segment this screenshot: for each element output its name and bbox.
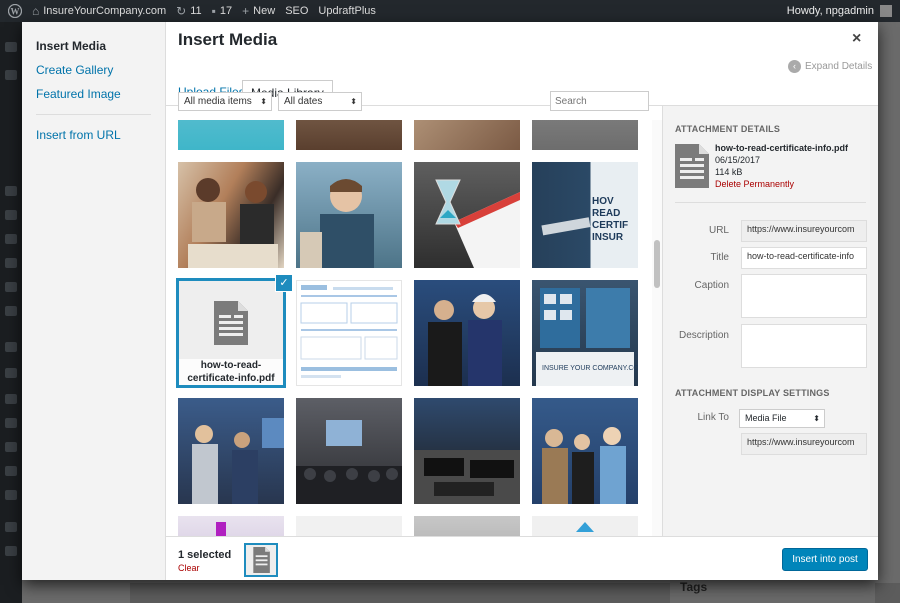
attachment-thumbnail[interactable]: HOV READ CERTIF INSUR [532,162,638,268]
attachment-thumbnail[interactable] [414,162,520,268]
menu-insert-media[interactable]: Insert Media [22,34,165,58]
attachment-size: 114 kB [715,167,743,177]
clear-selection-link[interactable]: Clear [178,563,200,573]
attachment-date: 06/15/2017 [715,155,761,165]
attachment-thumbnail[interactable] [414,516,520,536]
expand-details-link[interactable]: ‹ Expand Details [788,60,872,73]
svg-text:INSUR: INSUR [592,232,624,243]
chevron-left-icon: ‹ [788,60,801,73]
menu-insert-from-url[interactable]: Insert from URL [22,123,165,147]
display-settings-heading: Attachment Display Settings [675,388,830,398]
link-url-field[interactable]: https://www.insureyourcom [741,433,867,455]
attachment-thumbnail[interactable] [296,516,402,536]
insert-into-post-button[interactable]: Insert into post [782,548,868,571]
attachment-thumbnail[interactable] [532,120,638,150]
details-divider [675,202,866,203]
menu-featured-image[interactable]: Featured Image [22,82,165,106]
grid-scrollbar[interactable] [652,120,662,536]
attachment-thumbnail[interactable] [296,280,402,386]
attachment-thumbnail[interactable] [178,516,284,536]
attachment-thumbnail[interactable] [532,516,638,536]
close-icon[interactable]: × [852,30,861,48]
updates-link[interactable]: ↻ 11 [176,4,201,18]
new-content-link[interactable]: + New [242,4,275,18]
attachment-thumbnail[interactable] [296,120,402,150]
attachment-thumbnail[interactable] [178,120,284,150]
menu-create-gallery[interactable]: Create Gallery [22,58,165,82]
link-to-select[interactable]: Media File ⬍ [739,409,825,428]
description-field[interactable] [741,324,867,368]
plus-icon: + [242,4,250,18]
attachment-filename: how-to-read-certificate-info.pdf [179,359,283,385]
description-label: Description [678,330,729,341]
title-label: Title [710,252,729,263]
document-icon [214,301,248,345]
home-icon: ⌂ [32,4,40,18]
avatar [880,5,892,17]
refresh-icon: ↻ [176,4,187,18]
attachment-details-heading: Attachment Details [675,124,781,134]
modal-title: Insert Media [178,30,278,49]
seo-link[interactable]: SEO [285,5,308,17]
admin-bar: W ⌂ InsureYourCompany.com ↻ 11 ▪ 17 + New SE… [0,0,900,22]
attachments-grid: HOV READ CERTIF INSUR how-to-read-certifica… [166,120,662,536]
comment-icon: ▪ [211,4,216,18]
chevron-updown-icon: ⬍ [350,97,357,106]
media-router: Upload Files Media Library [166,58,878,106]
media-menu: Insert Media Create Gallery Featured Ima… [22,22,166,580]
caption-field[interactable] [741,274,867,318]
media-type-filter[interactable]: All media items ⬍ [178,92,272,111]
date-filter[interactable]: All dates ⬍ [278,92,362,111]
attachment-thumbnail[interactable] [414,120,520,150]
attachment-thumbnail[interactable] [532,398,638,504]
url-field[interactable]: https://www.insureyourcom [741,220,867,242]
attachment-thumbnail[interactable] [296,162,402,268]
tags-box-background: Tags [670,576,875,603]
svg-text:INSURE YOUR COMPANY.COM: INSURE YOUR COMPANY.COM [542,365,638,372]
site-link[interactable]: ⌂ InsureYourCompany.com [32,4,166,18]
attachment-thumbnail[interactable] [178,398,284,504]
updraftplus-link[interactable]: UpdraftPlus [318,5,375,17]
caption-label: Caption [694,280,729,291]
attachment-details-sidebar: Attachment Details how-to-read-certifica… [663,106,878,536]
title-field[interactable]: how-to-read-certificate-info [741,247,867,269]
media-toolbar: 1 selected Clear Insert into post [166,536,878,580]
svg-text:CERTIF: CERTIF [592,220,628,231]
attachment-thumbnail[interactable] [296,398,402,504]
admin-sidebar-background [0,22,22,603]
attachment-thumbnail[interactable] [414,398,520,504]
svg-text:HOV: HOV [592,196,614,207]
scrollbar-thumb[interactable] [654,240,660,288]
chevron-updown-icon: ⬍ [813,414,820,423]
link-to-label: Link To [697,412,729,423]
document-icon [253,547,270,573]
attachment-thumbnail[interactable] [178,162,284,268]
attachment-info: how-to-read-certificate-info.pdf 06/15/2… [715,142,848,190]
attachment-thumbnail[interactable]: INSURE YOUR COMPANY.COM [532,280,638,386]
svg-text:READ: READ [592,208,620,219]
selection-count: 1 selected [178,549,232,561]
search-input[interactable] [550,91,649,111]
wordpress-logo-icon[interactable]: W [8,4,22,18]
checkmark-icon[interactable]: ✓ [275,274,293,292]
menu-separator [36,114,151,115]
attachment-thumbnail[interactable] [414,280,520,386]
delete-permanently-link[interactable]: Delete Permanently [715,178,848,190]
media-modal: Insert Media Create Gallery Featured Ima… [22,22,878,580]
selected-attachment[interactable]: how-to-read-certificate-info.pdf ✓ [176,274,293,388]
document-icon [675,144,709,188]
chevron-updown-icon: ⬍ [260,97,267,106]
svg-text:W: W [11,7,20,17]
account-menu[interactable]: Howdy, npgadmin [787,5,892,17]
comments-link[interactable]: ▪ 17 [212,4,233,18]
attachment-filename: how-to-read-certificate-info.pdf [715,143,848,153]
selection-preview[interactable] [244,543,278,577]
url-label: URL [708,225,729,236]
